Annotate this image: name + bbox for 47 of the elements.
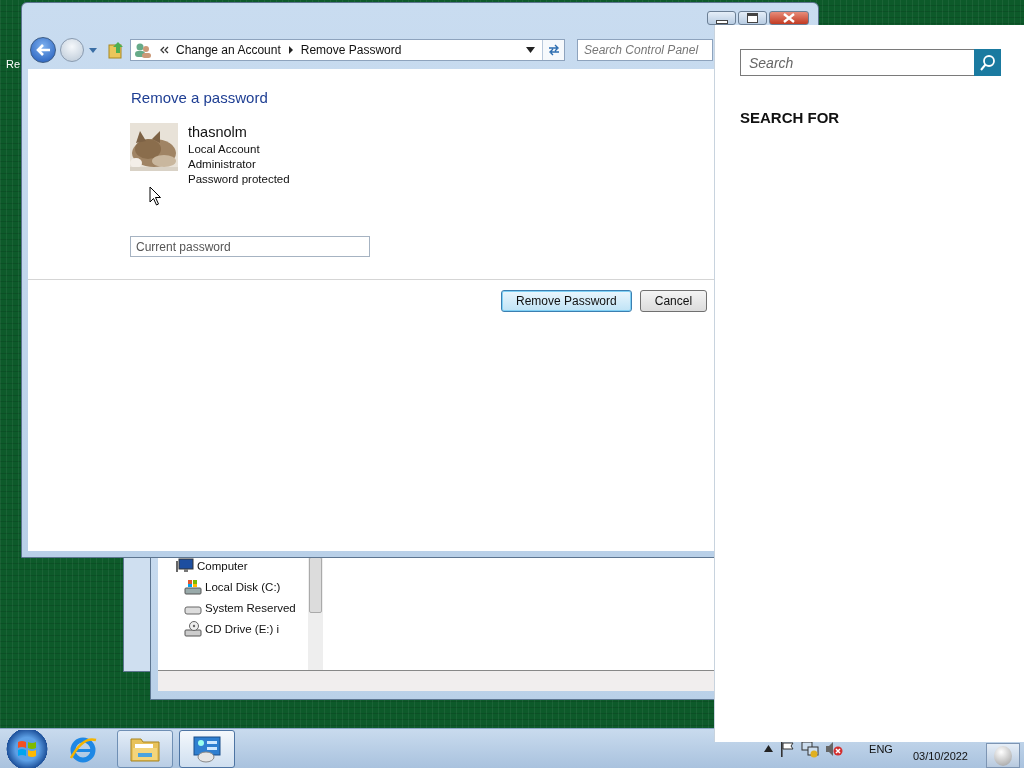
show-desktop-button[interactable] (986, 743, 1020, 768)
taskbar-button[interactable] (117, 729, 173, 768)
tree-item[interactable]: System Reserved (205, 602, 296, 614)
flag-icon[interactable] (779, 740, 796, 757)
search-field[interactable]: Search (740, 49, 974, 76)
drive-icon (184, 579, 202, 595)
refresh-icon (546, 44, 561, 56)
search-button[interactable] (974, 49, 1001, 76)
dropdown-icon[interactable] (526, 47, 535, 53)
close-icon (783, 13, 795, 23)
dialog-button[interactable]: Cancel (639, 290, 708, 312)
breadcrumb[interactable]: Change an Account (176, 43, 281, 57)
chevrons-icon (159, 46, 169, 54)
clock-date[interactable]: 03/10/2022 (912, 749, 968, 762)
tree-item[interactable]: CD Drive (E:) i (205, 623, 280, 635)
pointer-icon (149, 186, 163, 207)
breadcrumb-arrow-icon (287, 46, 294, 54)
close-button[interactable] (769, 11, 809, 25)
tray-expand-icon[interactable] (764, 745, 774, 752)
computer-icon (176, 558, 194, 574)
tree-item[interactable]: Local Disk (C:) (205, 581, 281, 593)
dialog-button[interactable]: Remove Password (501, 290, 632, 312)
breadcrumb[interactable]: Remove Password (300, 43, 402, 57)
language-indicator[interactable]: ENG (869, 742, 893, 755)
scrollbar[interactable] (308, 557, 323, 670)
disc-drive-icon (184, 621, 202, 637)
windows-logo (16, 738, 38, 759)
search-icon (978, 53, 997, 72)
account-detail: Administrator (188, 157, 257, 172)
account-detail: Password protected (188, 172, 290, 187)
refresh-button[interactable] (542, 40, 564, 60)
control-panel-icon (191, 734, 223, 763)
page-heading: Remove a password (131, 89, 269, 106)
account-detail: Local Account (188, 142, 261, 157)
maximize-button[interactable] (738, 11, 767, 25)
address-bar[interactable]: Change an Account Remove Password (130, 39, 565, 61)
desktop-icon-label: Re (6, 58, 21, 70)
account-name: thasnolm (188, 123, 248, 142)
back-arrow-icon (35, 43, 51, 57)
taskbar-button[interactable] (179, 729, 235, 768)
password-field[interactable]: Current password (130, 236, 370, 257)
users-icon (134, 42, 152, 58)
section-heading: SEARCH FOR (740, 109, 841, 126)
minimize-button[interactable] (707, 11, 736, 25)
back-button[interactable] (30, 37, 56, 63)
search-field[interactable]: Search Control Panel (577, 39, 713, 61)
tree-item[interactable]: Computer (197, 560, 248, 572)
